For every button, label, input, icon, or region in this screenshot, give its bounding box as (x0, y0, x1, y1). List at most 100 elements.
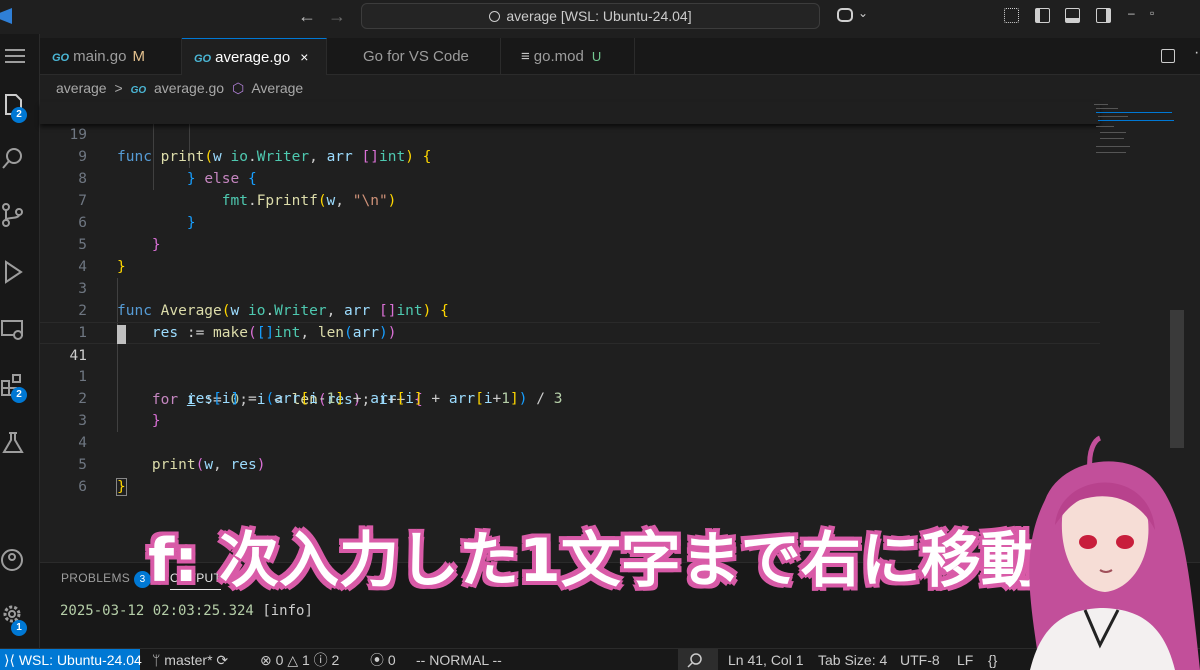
search-text: average [WSL: Ubuntu-24.04] (506, 8, 692, 24)
search-icon[interactable] (0, 146, 26, 172)
testing-flask-icon[interactable] (0, 430, 26, 456)
minimap-highlight (1098, 120, 1174, 121)
back-arrow-icon[interactable]: ← (298, 6, 316, 27)
code-line[interactable]: 4 (40, 234, 1100, 275)
title-bar: ← → average [WSL: Ubuntu-24.04] ⌄ – ▫ (0, 0, 1200, 34)
command-center-search[interactable]: average [WSL: Ubuntu-24.04] (361, 3, 820, 29)
breadcrumb-symbol[interactable]: Average (251, 80, 303, 96)
error-icon: ⊗ (260, 652, 276, 668)
customize-layout-icon[interactable] (1004, 8, 1019, 23)
breadcrumb-folder[interactable]: average (56, 80, 107, 96)
minimap-line (1096, 108, 1118, 109)
encoding[interactable]: UTF-8 (900, 649, 940, 670)
tab-label: main.go (73, 48, 127, 65)
code-line[interactable]: 5 } (40, 212, 1100, 275)
go-file-icon: GO (130, 85, 147, 96)
menu-icon[interactable] (3, 44, 29, 70)
source-control-icon[interactable] (0, 202, 26, 228)
minimap-line (1100, 132, 1126, 133)
code-line[interactable]: 1 res[i] = (arr[i-1] + arr[i] + arr[i+1]… (40, 344, 1100, 407)
forward-arrow-icon[interactable]: → (328, 6, 346, 27)
remote-indicator[interactable]: ⟩⟨ WSL: Ubuntu-24.04 (0, 649, 142, 670)
more-actions-icon[interactable]: ··· (1194, 44, 1200, 62)
vtuber-avatar-image (1029, 435, 1200, 670)
remote-explorer-icon[interactable] (0, 317, 26, 343)
code-text: } (116, 478, 127, 496)
toggle-secondary-sidebar-icon[interactable] (1096, 8, 1111, 23)
block-cursor (117, 325, 126, 344)
info-count: 2 (331, 652, 340, 668)
mod-file-icon: ≡ (521, 48, 530, 65)
log-timestamp: 2025-03-12 02:03:25.324 (60, 603, 254, 619)
current-code-line[interactable]: 41 for i := 0; i < len(res); i++ { (40, 322, 1100, 408)
line-number: 6 (78, 479, 87, 495)
ports-indicator[interactable]: ⦿ 0 (370, 649, 396, 670)
tab-go-for-vscode[interactable]: Go for VS Code (327, 38, 501, 75)
vim-mode: -- NORMAL -- (416, 652, 502, 668)
indentation[interactable]: Tab Size: 4 (818, 649, 887, 670)
problems-indicator[interactable]: ⊗ 0 △ 1 ⓘ 2 (260, 649, 339, 670)
editor-tab-bar: GO main.go M GO average.go × Go for VS Code … (40, 38, 1200, 75)
manage-badge: 1 (11, 620, 27, 636)
tab-problems[interactable]: PROBLEMS 3 (61, 571, 152, 588)
code-line[interactable]: 9 } else { (40, 124, 1100, 187)
zoom-indicator[interactable] (678, 649, 718, 670)
accounts-icon[interactable] (0, 548, 26, 574)
copilot-icon[interactable] (837, 8, 853, 22)
editor-scrollbar[interactable] (1170, 310, 1184, 448)
end-of-line[interactable]: LF (957, 649, 973, 670)
vscode-logo-icon (0, 8, 12, 24)
log-level: [info] (262, 603, 313, 619)
toggle-sidebar-icon[interactable] (1035, 8, 1050, 23)
code-line[interactable]: 2 } (40, 366, 1100, 429)
split-editor-icon[interactable] (1161, 49, 1175, 63)
minimap-line (1100, 138, 1124, 139)
code-line[interactable]: 7 } (40, 168, 1100, 231)
minimize-button[interactable]: – (1128, 6, 1135, 20)
warning-count: 1 (301, 652, 310, 668)
branch-indicator[interactable]: ᛘ master* ⟳ (152, 649, 228, 670)
tab-go-mod[interactable]: ≡ go.mod U (501, 38, 635, 75)
explorer-badge: 2 (11, 107, 27, 123)
close-tab-icon[interactable]: × (300, 49, 308, 65)
error-count: 0 (275, 652, 284, 668)
search-icon (489, 11, 501, 22)
minimap-highlight (1096, 112, 1172, 113)
sticky-scroll-line[interactable]: 19 func print(w io.Writer, arr []int) { (40, 102, 1100, 165)
tab-main-go[interactable]: GO main.go M (40, 38, 182, 75)
code-line[interactable]: 3 (40, 388, 1100, 429)
code-line[interactable]: 6 (40, 454, 1100, 495)
untracked-indicator: U (591, 49, 602, 64)
output-log-line: 2025-03-12 02:03:25.324 [info] (60, 603, 313, 619)
broadcast-icon: ⦿ (370, 652, 388, 668)
code-line[interactable]: 4 print(w, res) (40, 410, 1100, 473)
code-line[interactable]: 2 res := make([]int, len(arr)) (40, 278, 1100, 341)
go-file-icon: GO (194, 53, 212, 65)
toggle-panel-icon[interactable] (1065, 8, 1080, 23)
modified-indicator: M (132, 48, 146, 65)
video-caption: f: 次入力した1文字まで右に移動 (148, 526, 1041, 596)
git-branch-icon: ᛘ (152, 652, 165, 668)
chevron-down-icon[interactable]: ⌄ (858, 6, 868, 20)
extensions-badge: 2 (11, 387, 27, 403)
cursor-position[interactable]: Ln 41, Col 1 (728, 649, 804, 670)
code-line[interactable]: 8 fmt.Fprintf(w, "\n") (40, 146, 1100, 209)
code-line[interactable]: 1 (40, 300, 1100, 341)
run-debug-icon[interactable] (0, 259, 26, 285)
restore-button[interactable]: ▫ (1150, 6, 1154, 20)
language-mode[interactable]: {} (988, 649, 997, 670)
branch-name: master* (164, 652, 213, 668)
breadcrumb: average > GO average.go ⬡ Average (56, 80, 307, 102)
code-line[interactable]: 3 func Average(w io.Writer, arr []int) { (40, 256, 1100, 319)
code-line[interactable]: 6 } (40, 190, 1100, 253)
code-line[interactable]: 5 } (40, 432, 1100, 496)
tab-average-go[interactable]: GO average.go × (182, 38, 327, 75)
tab-label: go.mod (533, 48, 584, 65)
breadcrumb-separator: > (114, 80, 123, 96)
breadcrumb-file[interactable]: average.go (154, 80, 224, 96)
info-icon: ⓘ (313, 652, 332, 668)
sync-icon[interactable]: ⟳ (216, 652, 228, 668)
tab-label: Go for VS Code (363, 48, 469, 65)
go-file-icon: GO (52, 52, 70, 64)
symbol-method-icon: ⬡ (231, 80, 245, 96)
